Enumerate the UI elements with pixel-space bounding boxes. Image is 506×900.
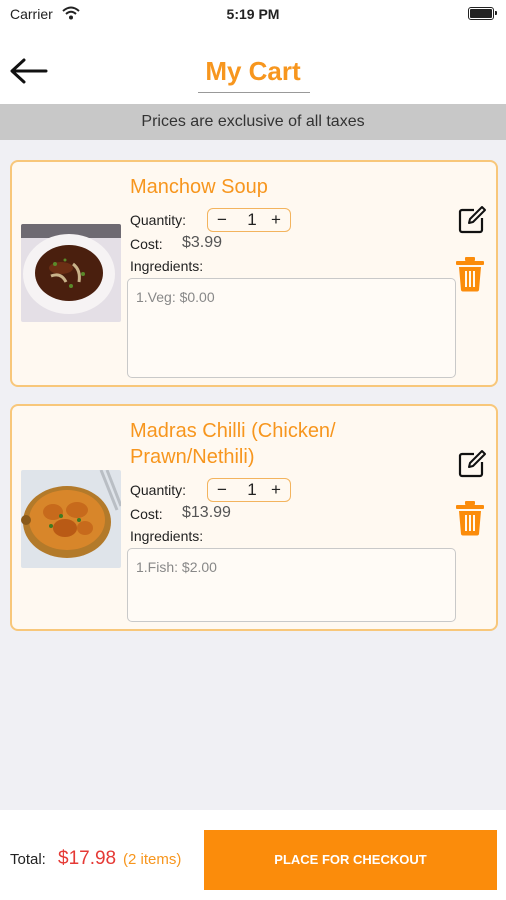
ingredients-text: 1.Veg: $0.00 xyxy=(136,289,215,305)
tax-notice-banner: Prices are exclusive of all taxes xyxy=(0,104,506,140)
edit-icon[interactable] xyxy=(456,448,488,480)
checkout-footer: Total: $17.98 (2 items) PLACE FOR CHECKO… xyxy=(0,810,506,900)
title-underline xyxy=(198,92,310,93)
manchow-soup-image xyxy=(21,224,121,322)
battery-icon xyxy=(468,7,497,20)
decrease-quantity-button[interactable]: − xyxy=(217,210,227,230)
cart-item-card: Manchow Soup Quantity: − 1 + Cost: $3.99… xyxy=(10,160,498,387)
decrease-quantity-button[interactable]: − xyxy=(217,480,227,500)
delete-icon[interactable] xyxy=(454,500,486,536)
delete-icon[interactable] xyxy=(454,256,486,292)
increase-quantity-button[interactable]: + xyxy=(271,210,281,230)
quantity-value: 1 xyxy=(247,210,257,229)
status-bar: Carrier 5:19 PM xyxy=(0,0,506,28)
madras-chilli-image xyxy=(21,470,121,568)
ingredients-textbox[interactable]: 1.Veg: $0.00 xyxy=(127,278,456,378)
quantity-label: Quantity: xyxy=(130,482,187,498)
cost-label: Cost: xyxy=(130,236,163,252)
quantity-value: 1 xyxy=(247,480,257,499)
nav-bar: My Cart xyxy=(0,28,506,104)
ingredients-textbox[interactable]: 1.Fish: $2.00 xyxy=(127,548,456,622)
quantity-stepper: − 1 + xyxy=(207,478,291,502)
page-title: My Cart xyxy=(205,56,301,86)
cost-value: $13.99 xyxy=(182,504,231,521)
checkout-button[interactable]: PLACE FOR CHECKOUT xyxy=(204,830,497,890)
item-count: (2 items) xyxy=(123,851,182,868)
item-name: Manchow Soup xyxy=(130,176,268,198)
ingredients-label: Ingredients: xyxy=(130,528,204,544)
total-amount: $17.98 xyxy=(58,848,117,869)
total-label: Total: xyxy=(10,851,46,868)
quantity-stepper: − 1 + xyxy=(207,208,291,232)
status-time: 5:19 PM xyxy=(226,6,280,22)
ingredients-text: 1.Fish: $2.00 xyxy=(136,559,217,575)
quantity-label: Quantity: xyxy=(130,212,187,228)
ingredients-label: Ingredients: xyxy=(130,258,204,274)
cost-label: Cost: xyxy=(130,506,163,522)
cart-item-card: Madras Chilli (Chicken/ Prawn/Nethili) Q… xyxy=(10,404,498,631)
edit-icon[interactable] xyxy=(456,204,488,236)
increase-quantity-button[interactable]: + xyxy=(271,480,281,500)
item-name: Madras Chilli (Chicken/ Prawn/Nethili) xyxy=(130,420,336,468)
cost-value: $3.99 xyxy=(182,234,223,251)
